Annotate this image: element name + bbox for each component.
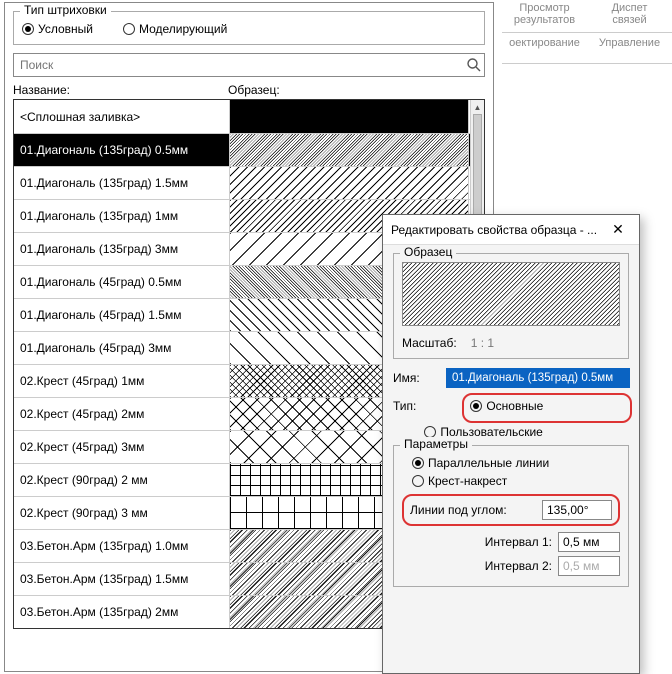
params-group: Параметры Параллельные линии Крест-накре… (393, 445, 629, 587)
radio-modeling-label: Моделирующий (139, 22, 227, 36)
search-input[interactable] (14, 56, 464, 74)
dialog-title: Редактировать свойства образца - ... (391, 223, 597, 237)
params-legend: Параметры (400, 437, 472, 451)
ribbon-btn-links[interactable]: Диспетсвязей (587, 2, 672, 26)
column-headers: Название: Образец: (13, 83, 485, 97)
pattern-name: 02.Крест (45град) 2мм (14, 398, 229, 430)
interval1-input[interactable] (558, 532, 620, 552)
radio-parallel-label: Параллельные линии (428, 456, 549, 470)
pattern-name: 01.Диагональ (45град) 0.5мм (14, 266, 229, 298)
angle-highlight: Линии под углом: (402, 494, 620, 526)
pattern-name: 01.Диагональ (135град) 1мм (14, 200, 229, 232)
pattern-name: 01.Диагональ (135град) 3мм (14, 233, 229, 265)
pattern-name: <Сплошная заливка> (14, 100, 229, 133)
pattern-name: 03.Бетон.Арм (135град) 1.5мм (14, 563, 229, 595)
type-label: Тип: (393, 393, 416, 413)
pattern-name: 03.Бетон.Арм (135град) 2мм (14, 596, 229, 628)
interval2-label: Интервал 2: (402, 559, 552, 573)
angle-label: Линии под углом: (410, 503, 536, 517)
pattern-name: 01.Диагональ (45град) 1.5мм (14, 299, 229, 331)
name-input[interactable] (447, 369, 629, 387)
interval2-input[interactable] (558, 556, 620, 576)
search-box[interactable] (13, 53, 485, 77)
pattern-name: 03.Бетон.Арм (135град) 1.0мм (14, 530, 229, 562)
pattern-name: 02.Крест (45град) 3мм (14, 431, 229, 463)
scale-value: 1 : 1 (471, 336, 494, 350)
interval1-label: Интервал 1: (402, 535, 552, 549)
radio-type-basic[interactable]: Основные (470, 399, 624, 413)
pattern-name: 02.Крест (90град) 2 мм (14, 464, 229, 496)
edit-pattern-dialog: Редактировать свойства образца - ... ✕ О… (382, 214, 640, 674)
radio-cross[interactable]: Крест-накрест (412, 474, 620, 488)
pattern-swatch (229, 134, 469, 166)
scale-label: Масштаб: (402, 336, 457, 350)
radio-conditional-label: Условный (38, 22, 93, 36)
scroll-up-icon[interactable]: ▲ (471, 100, 484, 114)
ribbon-tab-design[interactable]: оектирование (502, 37, 587, 49)
type-basic-highlight: Основные (462, 393, 632, 423)
radio-dot-icon (412, 457, 424, 469)
sample-group: Образец Масштаб: 1 : 1 (393, 253, 629, 359)
radio-dot-icon (470, 400, 482, 412)
name-label: Имя: (393, 371, 439, 385)
pattern-swatch (229, 167, 469, 199)
list-item[interactable]: <Сплошная заливка> (14, 100, 470, 133)
ribbon-tab-manage[interactable]: Управление (587, 37, 672, 49)
pattern-name: 01.Диагональ (135град) 1.5мм (14, 167, 229, 199)
angle-input[interactable] (542, 500, 612, 520)
list-item[interactable]: 01.Диагональ (135град) 0.5мм (14, 133, 470, 166)
pattern-name: 01.Диагональ (135град) 0.5мм (14, 134, 229, 166)
sample-legend: Образец (400, 245, 456, 259)
hatch-type-legend: Тип штриховки (20, 3, 111, 17)
list-item[interactable]: 01.Диагональ (135град) 1.5мм (14, 166, 470, 199)
radio-parallel[interactable]: Параллельные линии (412, 456, 620, 470)
ribbon-fragment: Просмотррезультатов Диспетсвязей оектиро… (502, 0, 672, 64)
search-icon[interactable] (464, 55, 484, 75)
col-name: Название: (13, 83, 228, 97)
radio-conditional[interactable]: Условный (22, 22, 93, 36)
sample-preview (402, 262, 620, 326)
radio-dot-icon (123, 23, 135, 35)
col-sample: Образец: (228, 83, 485, 97)
hatch-type-group: Тип штриховки Условный Моделирующий (13, 11, 485, 45)
radio-type-basic-label: Основные (486, 399, 543, 413)
dialog-titlebar[interactable]: Редактировать свойства образца - ... ✕ (383, 215, 639, 245)
radio-cross-label: Крест-накрест (428, 474, 507, 488)
close-icon[interactable]: ✕ (605, 220, 631, 240)
radio-dot-icon (22, 23, 34, 35)
pattern-name: 02.Крест (90град) 3 мм (14, 497, 229, 529)
radio-dot-icon (412, 475, 424, 487)
radio-modeling[interactable]: Моделирующий (123, 22, 227, 36)
ribbon-btn-preview[interactable]: Просмотррезультатов (502, 2, 587, 26)
pattern-name: 01.Диагональ (45град) 3мм (14, 332, 229, 364)
pattern-name: 02.Крест (45град) 1мм (14, 365, 229, 397)
pattern-swatch (229, 100, 469, 133)
